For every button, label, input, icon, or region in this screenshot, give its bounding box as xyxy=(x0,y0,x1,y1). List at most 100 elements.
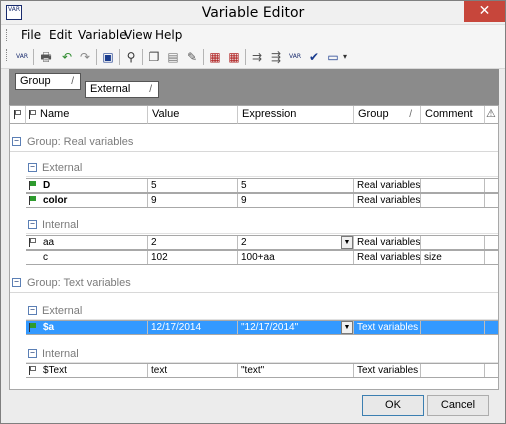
column-header-value[interactable]: Value xyxy=(148,106,238,124)
properties-icon[interactable]: ▣ xyxy=(99,48,117,66)
cell-name[interactable]: c xyxy=(40,251,148,264)
variable-icon[interactable]: VAR xyxy=(286,48,304,66)
cell-comment[interactable] xyxy=(421,194,485,207)
cell-value[interactable]: 2 xyxy=(148,236,238,249)
collapse-icon[interactable]: − xyxy=(28,306,37,315)
check-variable-icon[interactable]: ✔ xyxy=(305,48,323,66)
cell-name[interactable]: $a xyxy=(40,321,148,334)
warning-glyph: ⚠ xyxy=(486,108,496,120)
column-header-comment[interactable]: Comment xyxy=(421,106,485,124)
toolbar-separator xyxy=(96,49,97,65)
cell-value[interactable]: 102 xyxy=(148,251,238,264)
table-row[interactable]: c 102 100+aa Real variables size xyxy=(26,250,498,265)
flag-icon xyxy=(29,110,37,119)
subgroup-row-internal[interactable]: − Internal xyxy=(26,216,498,234)
indent-icon[interactable]: ⇉ xyxy=(248,48,266,66)
cell-expression[interactable]: 100+aa xyxy=(238,251,354,264)
group-chip-label: Group xyxy=(20,75,51,87)
add-variable-icon-label: VAR xyxy=(16,53,28,60)
sort-indicator-icon: / xyxy=(409,109,412,120)
group-row-text-variables[interactable]: − Group: Text variables xyxy=(10,273,498,293)
cell-comment[interactable] xyxy=(421,321,485,334)
cell-value[interactable]: 12/17/2014 xyxy=(148,321,238,334)
cell-group[interactable]: Real variables xyxy=(354,251,421,264)
collapse-icon[interactable]: − xyxy=(28,220,37,229)
undo-icon[interactable]: ↶ xyxy=(58,48,76,66)
group-by-area[interactable]: Group / External / xyxy=(9,69,499,105)
cell-expression[interactable]: 5 xyxy=(238,179,354,192)
warning-icon[interactable]: ⚠ xyxy=(485,106,498,124)
cell-value[interactable]: 5 xyxy=(148,179,238,192)
add-variable-icon[interactable]: VAR xyxy=(13,48,31,66)
cell-comment[interactable]: size xyxy=(421,251,485,264)
subgroup-row-label: Internal xyxy=(42,219,79,231)
cell-expression[interactable]: "12/17/2014" xyxy=(238,321,354,334)
collapse-icon[interactable]: − xyxy=(12,137,21,146)
group-row-label: Group: Real variables xyxy=(27,136,134,148)
column-header-label: Comment xyxy=(425,108,473,120)
import-icon[interactable]: ▦ xyxy=(225,48,243,66)
copy-icon[interactable]: ❐ xyxy=(145,48,163,66)
column-header-group[interactable]: Group / xyxy=(354,106,421,124)
group-row-label: Group: Text variables xyxy=(27,277,131,289)
format-painter-icon[interactable]: ✎ xyxy=(183,48,201,66)
subgroup-row-label: Internal xyxy=(42,348,79,360)
collapse-icon[interactable]: − xyxy=(12,278,21,287)
table-row[interactable]: D 5 5 Real variables xyxy=(26,178,498,193)
cell-comment[interactable] xyxy=(421,364,485,377)
ok-button[interactable]: OK xyxy=(362,395,424,416)
group-chip-group[interactable]: Group / xyxy=(15,73,81,90)
table-row[interactable]: aa 2 2 ▼ Real variables xyxy=(26,235,498,250)
white-flag-icon xyxy=(29,238,37,247)
cell-comment[interactable] xyxy=(421,179,485,192)
group-row-real-variables[interactable]: − Group: Real variables xyxy=(10,132,498,152)
cell-name[interactable]: aa xyxy=(40,236,148,249)
cell-expression[interactable]: 2 xyxy=(238,236,354,249)
subgroup-row-internal[interactable]: − Internal xyxy=(26,345,498,363)
overflow-chevron-icon[interactable]: ▾ xyxy=(340,48,350,66)
print-icon[interactable]: 🖶 xyxy=(37,48,55,66)
cell-group[interactable]: Real variables xyxy=(354,236,421,249)
close-window-button[interactable]: ✕ xyxy=(464,1,505,22)
subgroup-row-external[interactable]: − External xyxy=(26,159,498,177)
white-flag-icon xyxy=(29,366,37,375)
table-row-selected[interactable]: $a 12/17/2014 "12/17/2014" ▼ Text variab… xyxy=(26,320,498,335)
flag-column-header[interactable] xyxy=(10,106,26,124)
column-header-expression[interactable]: Expression xyxy=(238,106,354,124)
export-icon[interactable]: ▦ xyxy=(206,48,224,66)
column-header-name[interactable]: Name xyxy=(26,106,148,124)
cell-expression[interactable]: 9 xyxy=(238,194,354,207)
cell-expression[interactable]: "text" xyxy=(238,364,354,377)
subgroup-row-external[interactable]: − External xyxy=(26,302,498,320)
cell-value[interactable]: 9 xyxy=(148,194,238,207)
expression-dropdown-icon[interactable]: ▼ xyxy=(341,321,353,334)
paste-icon[interactable]: ▤ xyxy=(164,48,182,66)
menu-edit[interactable]: Edit xyxy=(49,28,72,42)
find-icon[interactable]: ⚲ xyxy=(122,48,140,66)
table-row[interactable]: color 9 9 Real variables xyxy=(26,193,498,208)
cell-group[interactable]: Real variables xyxy=(354,179,421,192)
green-flag-icon xyxy=(29,181,37,190)
cell-name[interactable]: D xyxy=(40,179,148,192)
column-header-label: Group xyxy=(358,108,389,120)
collapse-icon[interactable]: − xyxy=(28,349,37,358)
expression-dropdown-icon[interactable]: ▼ xyxy=(341,236,353,249)
cell-name[interactable]: $Text xyxy=(40,364,148,377)
cell-name[interactable]: color xyxy=(40,194,148,207)
cell-comment[interactable] xyxy=(421,236,485,249)
outdent-icon[interactable]: ⇶ xyxy=(267,48,285,66)
cell-group[interactable]: Text variables xyxy=(354,364,421,377)
menu-view[interactable]: View xyxy=(124,28,152,42)
cell-group[interactable]: Real variables xyxy=(354,194,421,207)
cell-value[interactable]: text xyxy=(148,364,238,377)
menu-help[interactable]: Help xyxy=(155,28,182,42)
menu-file[interactable]: File xyxy=(21,28,41,42)
redo-icon[interactable]: ↷ xyxy=(76,48,94,66)
collapse-icon[interactable]: − xyxy=(28,163,37,172)
green-flag-icon xyxy=(29,323,37,332)
table-row[interactable]: $Text text "text" Text variables xyxy=(26,363,498,378)
group-chip-external[interactable]: External / xyxy=(85,81,159,98)
cell-group[interactable]: Text variables xyxy=(354,321,421,334)
cancel-button[interactable]: Cancel xyxy=(427,395,489,416)
menu-variable[interactable]: Variable xyxy=(78,28,127,42)
